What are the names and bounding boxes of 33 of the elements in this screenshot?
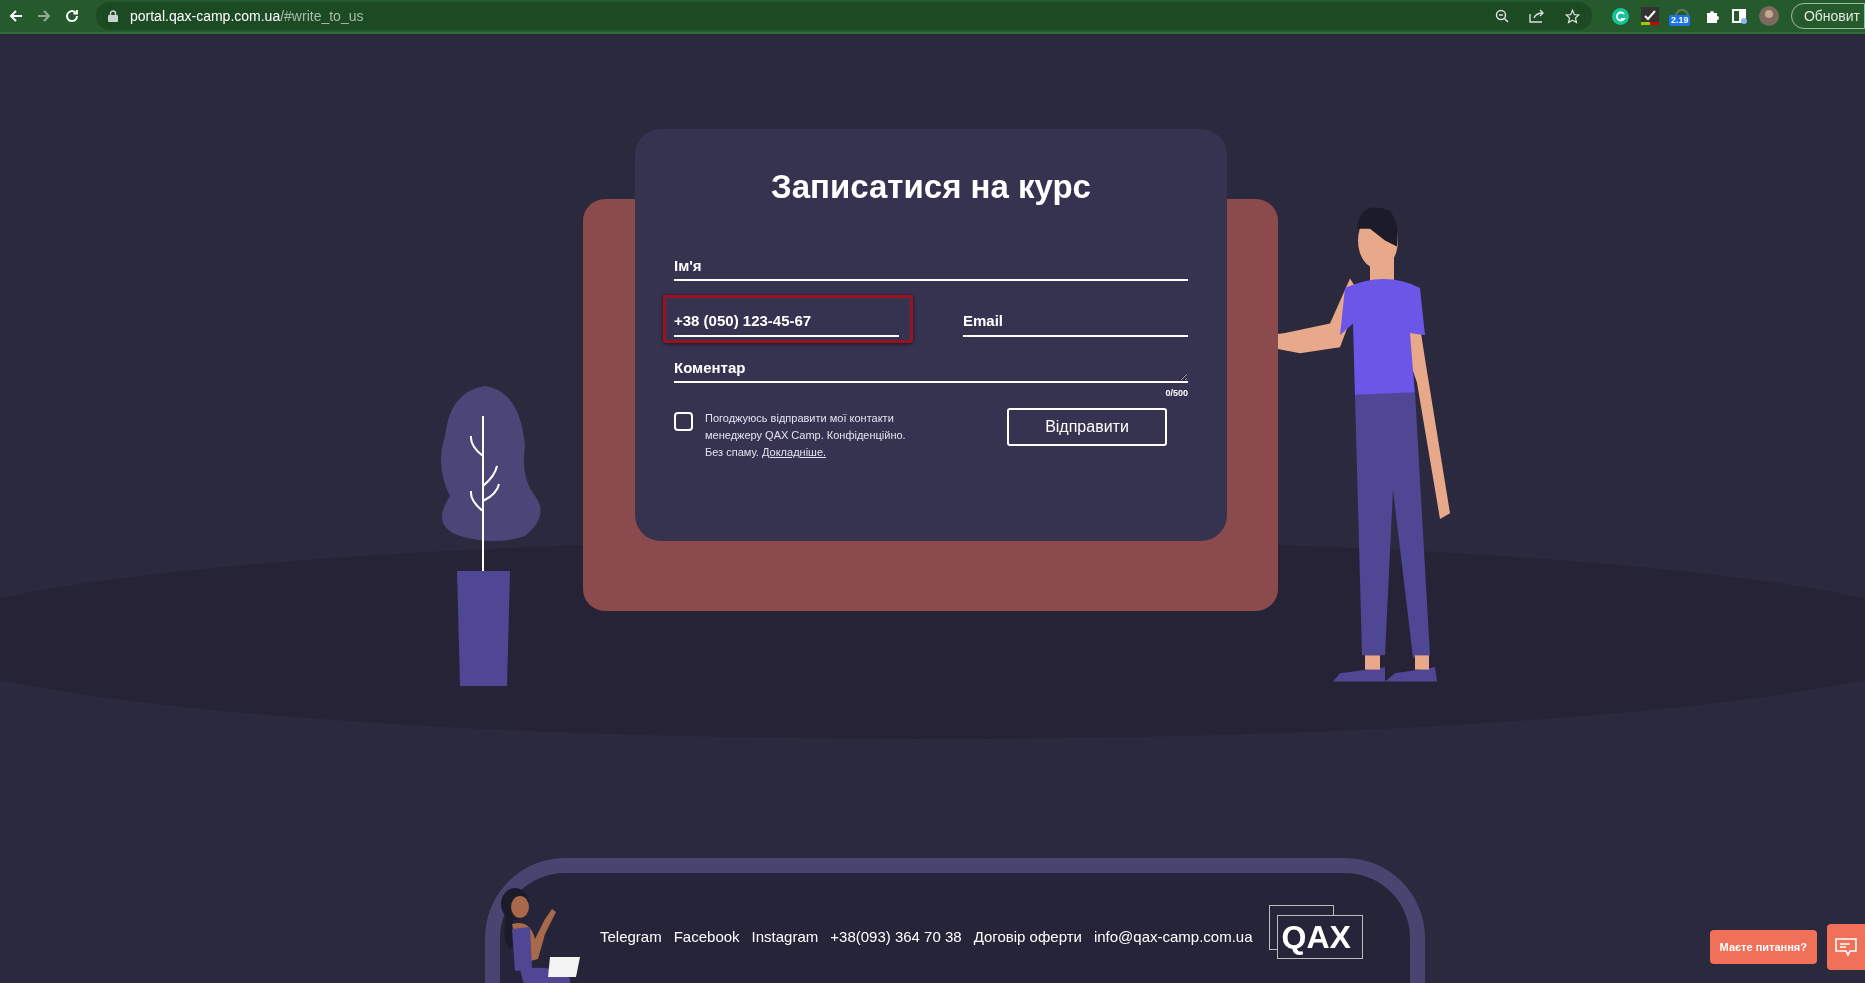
footer-link[interactable]: info@qax-camp.com.ua — [1093, 925, 1253, 949]
extension-badge: 2.19 — [1668, 15, 1691, 26]
character-counter: 0/500 — [1165, 386, 1188, 400]
puzzle-icon[interactable] — [1704, 8, 1720, 24]
checkmark-extension-icon[interactable] — [1640, 7, 1659, 25]
back-icon[interactable] — [8, 8, 24, 24]
avatar[interactable] — [1758, 6, 1779, 26]
logo: QAX — [1276, 915, 1363, 959]
reload-icon[interactable] — [64, 8, 80, 24]
consent-text: Погоджуюсь відправити мої контакти менеджеру QAX Camp. Конфіденційно. Без спаму. Докладніше. — [705, 411, 907, 460]
url-text: portal.qax-camp.com.ua/#write_to_us — [130, 6, 365, 26]
star-icon[interactable] — [1564, 8, 1580, 24]
footer-link[interactable]: Telegram — [600, 925, 662, 949]
submit-button[interactable]: Відправити — [1007, 408, 1167, 446]
details-link[interactable]: Докладніше. — [762, 446, 827, 458]
text-field[interactable]: Email — [963, 310, 1188, 337]
sidebar-icon[interactable] — [1731, 8, 1747, 24]
footer-link[interactable]: Facebook — [673, 925, 740, 949]
comment-field[interactable]: Коментар — [674, 356, 1188, 383]
phone-field[interactable]: +38 (050) 123-45-67 — [674, 310, 899, 337]
address-bar[interactable]: portal.qax-camp.com.ua/#write_to_us — [96, 2, 1592, 30]
lock-icon — [108, 10, 118, 22]
footer-link[interactable]: Договір оферти — [973, 925, 1082, 949]
text-field[interactable]: Ім'я — [674, 254, 1188, 281]
footer-link[interactable]: Instagram — [751, 925, 819, 949]
footer-link[interactable]: +38(093) 364 70 38 — [830, 925, 962, 949]
form-title: Записатися на курс — [770, 167, 1092, 207]
consent-checkbox[interactable] — [674, 412, 693, 431]
forward-icon[interactable] — [36, 8, 52, 24]
zoom-icon[interactable] — [1494, 9, 1509, 23]
chat-icon — [1834, 937, 1858, 957]
grammar-extension-icon[interactable] — [1611, 7, 1629, 25]
share-icon[interactable] — [1528, 9, 1545, 23]
